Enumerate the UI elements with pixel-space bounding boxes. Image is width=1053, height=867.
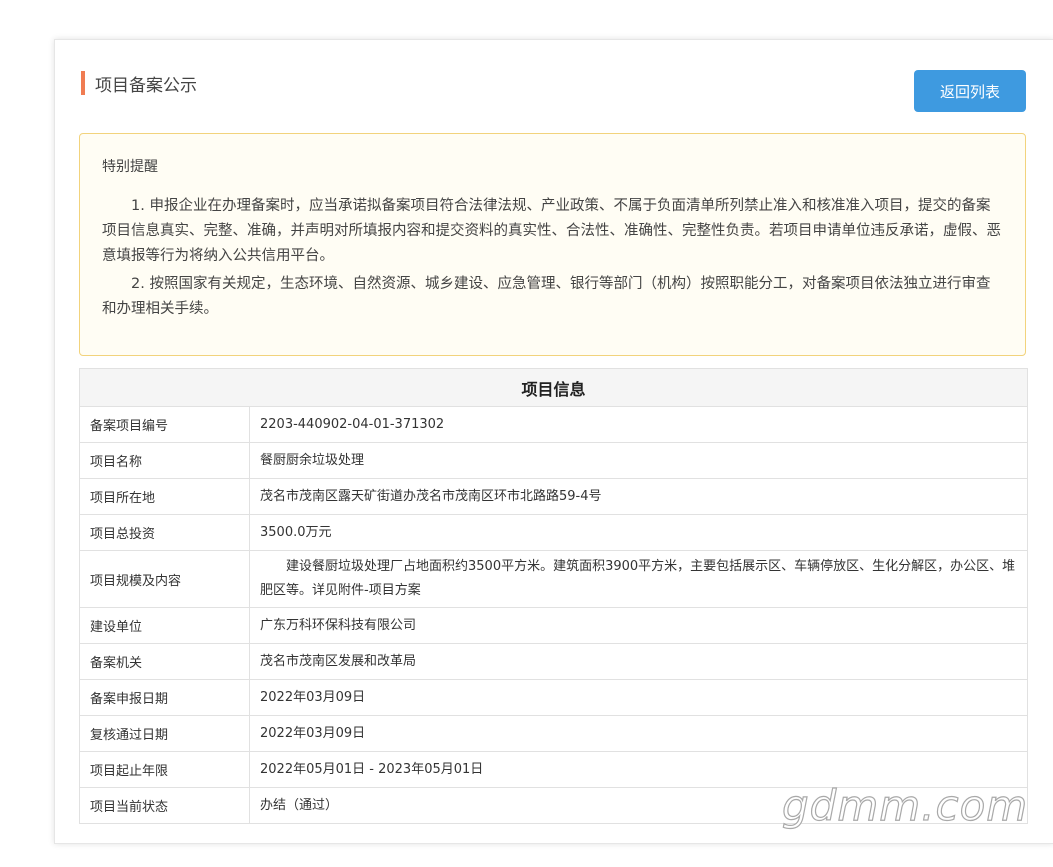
row-label: 备案申报日期 [79, 679, 250, 716]
page-title-wrap: 项目备案公示 [81, 70, 197, 96]
row-label: 复核通过日期 [79, 715, 250, 752]
row-value: 餐厨厨余垃圾处理 [249, 442, 1028, 479]
row-value: 茂名市茂南区发展和改革局 [249, 643, 1028, 680]
row-value: 建设餐厨垃圾处理厂占地面积约3500平方米。建筑面积3900平方米，主要包括展示… [249, 550, 1028, 608]
title-accent-bar [81, 71, 85, 95]
page-title: 项目备案公示 [95, 75, 197, 96]
table-row: 项目总投资 3500.0万元 [79, 514, 1028, 551]
table-row: 建设单位 广东万科环保科技有限公司 [79, 607, 1028, 644]
table-row: 备案项目编号 2203-440902-04-01-371302 [79, 406, 1028, 443]
row-value: 2203-440902-04-01-371302 [249, 406, 1028, 443]
table-header-row: 项目信息 [79, 368, 1028, 407]
table-row: 备案机关 茂名市茂南区发展和改革局 [79, 643, 1028, 680]
table-row: 项目所在地 茂名市茂南区露天矿街道办茂名市茂南区环市北路路59-4号 [79, 478, 1028, 515]
row-value: 3500.0万元 [249, 514, 1028, 551]
special-notice-box: 特别提醒 1. 申报企业在办理备案时，应当承诺拟备案项目符合法律法规、产业政策、… [79, 133, 1026, 356]
row-value: 2022年03月09日 [249, 715, 1028, 752]
row-label: 项目所在地 [79, 478, 250, 515]
row-label: 项目规模及内容 [79, 550, 250, 608]
row-label: 项目当前状态 [79, 787, 250, 824]
table-row: 备案申报日期 2022年03月09日 [79, 679, 1028, 716]
row-label: 备案项目编号 [79, 406, 250, 443]
row-label: 项目总投资 [79, 514, 250, 551]
row-value: 2022年03月09日 [249, 679, 1028, 716]
row-label: 备案机关 [79, 643, 250, 680]
notice-paragraph-1: 1. 申报企业在办理备案时，应当承诺拟备案项目符合法律法规、产业政策、不属于负面… [102, 198, 1001, 264]
table-row: 复核通过日期 2022年03月09日 [79, 715, 1028, 752]
project-info-table: 项目信息 备案项目编号 2203-440902-04-01-371302 项目名… [79, 368, 1028, 824]
project-filing-card: 项目备案公示 返回列表 特别提醒 1. 申报企业在办理备案时，应当承诺拟备案项目… [54, 39, 1053, 844]
row-label: 项目起止年限 [79, 751, 250, 788]
table-row: 项目规模及内容 建设餐厨垃圾处理厂占地面积约3500平方米。建筑面积3900平方… [79, 550, 1028, 608]
row-value: 广东万科环保科技有限公司 [249, 607, 1028, 644]
notice-title: 特别提醒 [102, 159, 158, 175]
table-header: 项目信息 [79, 368, 1028, 407]
table-row: 项目名称 餐厨厨余垃圾处理 [79, 442, 1028, 479]
row-value: 茂名市茂南区露天矿街道办茂名市茂南区环市北路路59-4号 [249, 478, 1028, 515]
notice-paragraph-2: 2. 按照国家有关规定，生态环境、自然资源、城乡建设、应急管理、银行等部门（机构… [102, 276, 991, 317]
row-label: 项目名称 [79, 442, 250, 479]
site-watermark: gdmm.com [781, 780, 1029, 830]
back-to-list-button[interactable]: 返回列表 [914, 70, 1026, 112]
row-label: 建设单位 [79, 607, 250, 644]
